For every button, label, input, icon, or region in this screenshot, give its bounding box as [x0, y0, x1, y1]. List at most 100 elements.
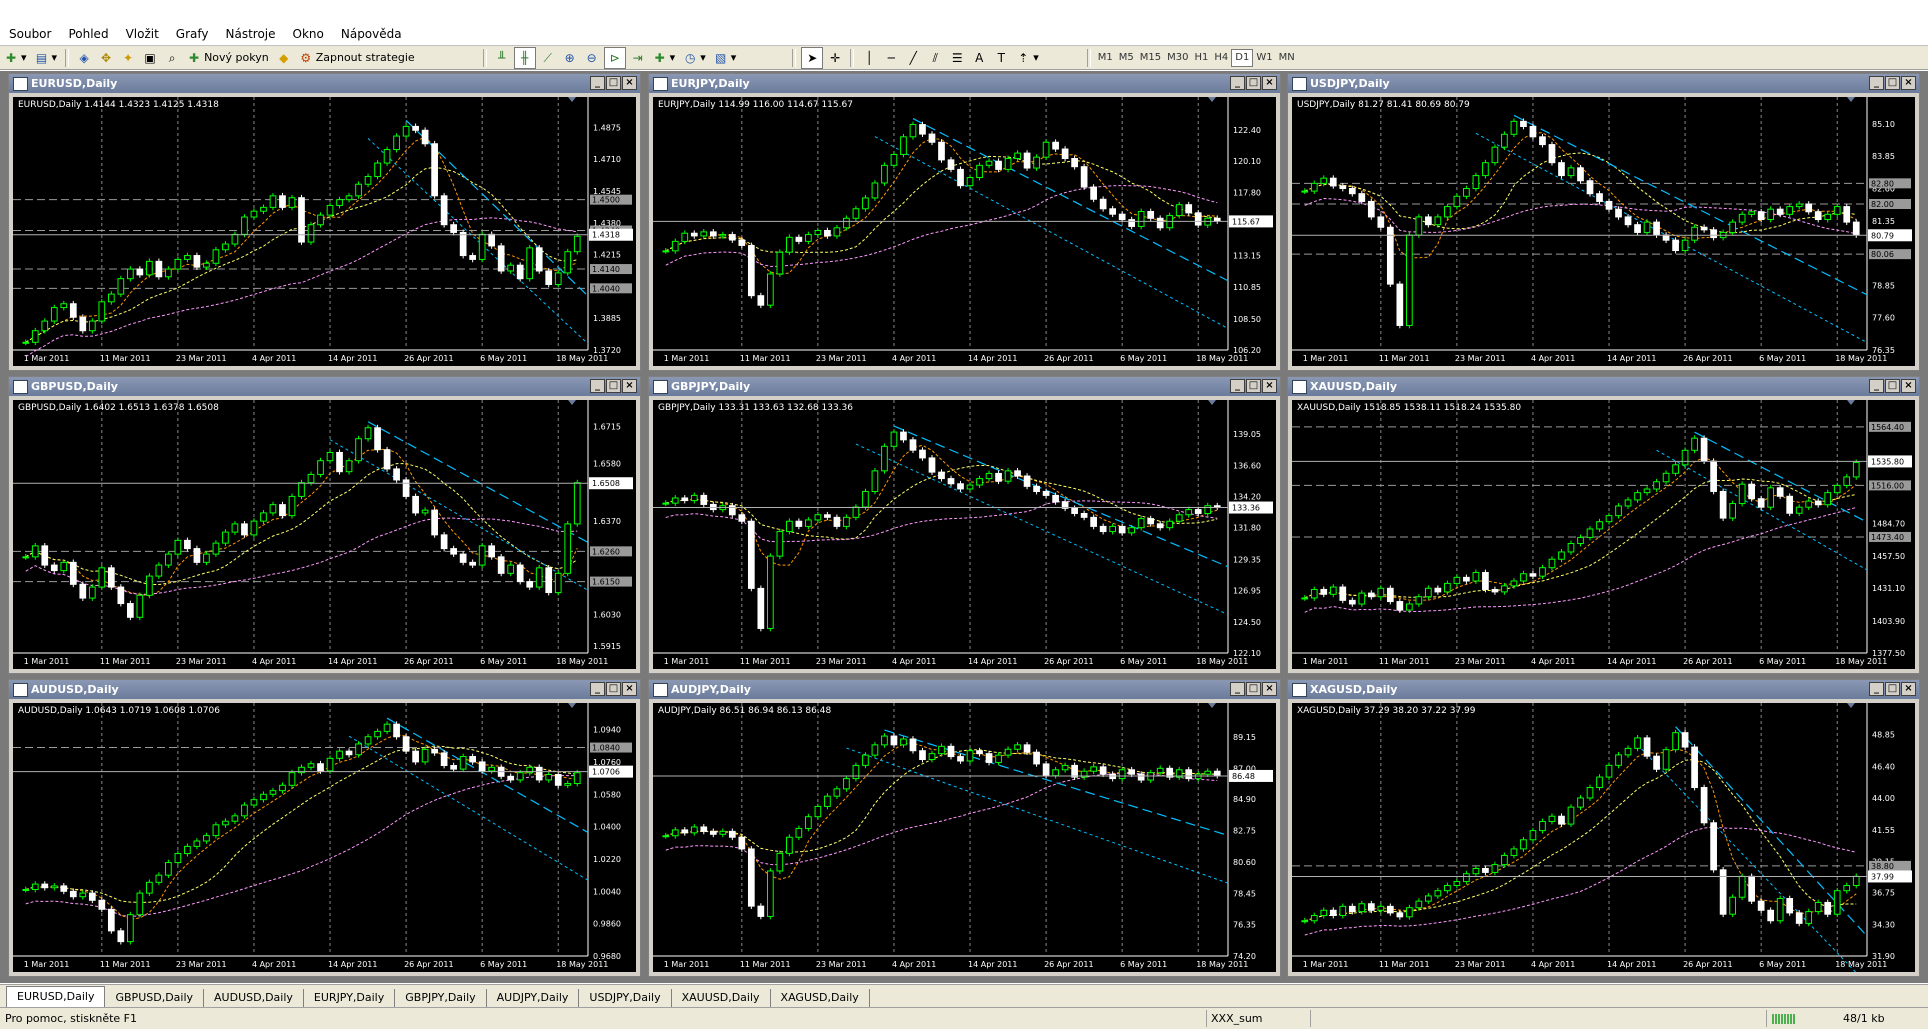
chart-window[interactable]: XAGUSD,Daily _ □ × 1 Mar 2011 11 Mar 2011 23 M…: [1287, 679, 1920, 977]
metaeditor-button[interactable]: ◆: [274, 48, 294, 68]
minimize-button[interactable]: _: [1869, 682, 1884, 696]
minimize-button[interactable]: _: [590, 76, 605, 90]
tab-gbpjpy[interactable]: GBPJPY,Daily: [395, 989, 487, 1007]
chart-plot-area[interactable]: 1 Mar 2011 11 Mar 2011 23 Mar 2011 4 Apr 20…: [653, 400, 1276, 669]
chart-plot-area[interactable]: 1 Mar 2011 11 Mar 2011 23 Mar 2011 4 Apr 20…: [13, 97, 636, 366]
text-label-tool[interactable]: T: [991, 48, 1011, 68]
close-button[interactable]: ×: [1901, 379, 1916, 393]
chart-shift-marker[interactable]: [568, 97, 576, 102]
line-chart-button[interactable]: ⟋: [538, 48, 558, 68]
chart-window-title[interactable]: GBPJPY,Daily _ □ ×: [649, 377, 1280, 396]
fibonacci-tool[interactable]: ☰: [947, 48, 967, 68]
timeframe-mn[interactable]: MN: [1276, 50, 1298, 66]
channel-tool[interactable]: ⫽: [925, 48, 945, 68]
maximize-button[interactable]: □: [1885, 379, 1900, 393]
chart-plot-area[interactable]: 1 Mar 2011 11 Mar 2011 23 Mar 2011 4 Apr 20…: [1292, 97, 1915, 366]
timeframe-m1[interactable]: M1: [1095, 50, 1116, 66]
menu-nastroje[interactable]: Nástroje: [217, 24, 284, 44]
maximize-button[interactable]: □: [1885, 682, 1900, 696]
chart-plot-area[interactable]: 1 Mar 2011 11 Mar 2011 23 Mar 2011 4 Apr 20…: [1292, 400, 1915, 669]
chart-window-title[interactable]: GBPUSD,Daily _ □ ×: [9, 377, 640, 396]
close-button[interactable]: ×: [1262, 76, 1277, 90]
timeframe-h4[interactable]: H4: [1211, 50, 1231, 66]
arrows-tool[interactable]: ⇡ ▾: [1013, 48, 1042, 68]
timeframe-m15[interactable]: M15: [1137, 50, 1164, 66]
profiles-button[interactable]: ▤ ▾: [32, 48, 61, 68]
close-button[interactable]: ×: [1901, 76, 1916, 90]
terminal-button[interactable]: ✦: [118, 48, 138, 68]
tab-usdjpy[interactable]: USDJPY,Daily: [579, 989, 672, 1007]
chart-window-title[interactable]: EURUSD,Daily _ □ ×: [9, 74, 640, 93]
minimize-button[interactable]: _: [1230, 682, 1245, 696]
market-watch-button[interactable]: ◈: [74, 48, 94, 68]
chart-window[interactable]: EURUSD,Daily _ □ × 1 Mar 2011 11 Mar 2011 23 M…: [8, 73, 641, 371]
tester-button[interactable]: ⌕: [162, 48, 182, 68]
maximize-button[interactable]: □: [606, 379, 621, 393]
autoscroll-button[interactable]: ⊳: [603, 46, 626, 69]
minimize-button[interactable]: _: [1230, 76, 1245, 90]
minimize-button[interactable]: _: [1869, 379, 1884, 393]
tab-xauusd[interactable]: XAUUSD,Daily: [672, 989, 771, 1007]
chart-shift-marker[interactable]: [1847, 97, 1855, 102]
navigator-button[interactable]: ✥: [96, 48, 116, 68]
tab-audusd[interactable]: AUDUSD,Daily: [204, 989, 304, 1007]
chart-plot-area[interactable]: 1 Mar 2011 11 Mar 2011 23 Mar 2011 4 Apr 20…: [13, 400, 636, 669]
chart-plot-area[interactable]: 1 Mar 2011 11 Mar 2011 23 Mar 2011 4 Apr 20…: [1292, 703, 1915, 972]
chart-shift-marker[interactable]: [1208, 703, 1216, 708]
close-button[interactable]: ×: [622, 682, 637, 696]
maximize-button[interactable]: □: [1246, 682, 1261, 696]
chart-shift-marker[interactable]: [1208, 400, 1216, 405]
chart-window[interactable]: AUDUSD,Daily _ □ × 1 Mar 2011 11 Mar 2011 23 M…: [8, 679, 641, 977]
menu-napoveda[interactable]: Nápověda: [332, 24, 410, 44]
maximize-button[interactable]: □: [1246, 379, 1261, 393]
menu-grafy[interactable]: Grafy: [167, 24, 217, 44]
horizontal-line-tool[interactable]: ─: [881, 48, 901, 68]
chart-shift-marker[interactable]: [1847, 703, 1855, 708]
close-button[interactable]: ×: [622, 76, 637, 90]
minimize-button[interactable]: _: [1230, 379, 1245, 393]
new-order-button[interactable]: ✚ Nový pokyn: [184, 48, 272, 68]
minimize-button[interactable]: _: [590, 682, 605, 696]
chart-shift-marker[interactable]: [1847, 400, 1855, 405]
menu-vlozit[interactable]: Vložit: [117, 24, 167, 44]
chart-window-title[interactable]: AUDJPY,Daily _ □ ×: [649, 680, 1280, 699]
indicators-button[interactable]: ✚ ▾: [650, 48, 679, 68]
maximize-button[interactable]: □: [1246, 76, 1261, 90]
close-button[interactable]: ×: [1901, 682, 1916, 696]
chart-window-title[interactable]: AUDUSD,Daily _ □ ×: [9, 680, 640, 699]
chart-window-title[interactable]: USDJPY,Daily _ □ ×: [1288, 74, 1919, 93]
zoom-out-button[interactable]: ⊖: [582, 48, 602, 68]
bar-chart-button[interactable]: ╨: [492, 48, 512, 68]
chart-window[interactable]: EURJPY,Daily _ □ × 1 Mar 2011 11 Mar 2011 23 M…: [648, 73, 1281, 371]
chart-window-title[interactable]: EURJPY,Daily _ □ ×: [649, 74, 1280, 93]
autotrading-button[interactable]: ⚙ Zapnout strategie: [296, 48, 418, 68]
trendline-tool[interactable]: ╱: [903, 48, 923, 68]
chart-window-title[interactable]: XAGUSD,Daily _ □ ×: [1288, 680, 1919, 699]
text-tool[interactable]: A: [969, 48, 989, 68]
maximize-button[interactable]: □: [1885, 76, 1900, 90]
close-button[interactable]: ×: [622, 379, 637, 393]
menu-pohled[interactable]: Pohled: [59, 24, 116, 44]
tab-eurusd[interactable]: EURUSD,Daily: [6, 986, 106, 1007]
menu-soubor[interactable]: Soubor: [0, 24, 59, 44]
chart-shift-marker[interactable]: [568, 703, 576, 708]
timeframe-w1[interactable]: W1: [1253, 50, 1275, 66]
timeframe-m5[interactable]: M5: [1116, 50, 1137, 66]
chart-window[interactable]: GBPUSD,Daily _ □ × 1 Mar 2011 11 Mar 2011 23 M…: [8, 376, 641, 674]
new-chart-button[interactable]: ✚ ▾: [1, 48, 30, 68]
chart-plot-area[interactable]: 1 Mar 2011 11 Mar 2011 23 Mar 2011 4 Apr 20…: [653, 703, 1276, 972]
timeframe-h1[interactable]: H1: [1192, 50, 1212, 66]
chart-shift-button[interactable]: ⇥: [628, 48, 648, 68]
chart-plot-area[interactable]: 1 Mar 2011 11 Mar 2011 23 Mar 2011 4 Apr 20…: [13, 703, 636, 972]
maximize-button[interactable]: □: [606, 76, 621, 90]
chart-shift-marker[interactable]: [568, 400, 576, 405]
chart-shift-marker[interactable]: [1208, 97, 1216, 102]
timeframe-d1[interactable]: D1: [1231, 48, 1254, 67]
chart-plot-area[interactable]: 1 Mar 2011 11 Mar 2011 23 Mar 2011 4 Apr 20…: [653, 97, 1276, 366]
minimize-button[interactable]: _: [590, 379, 605, 393]
zoom-in-button[interactable]: ⊕: [560, 48, 580, 68]
templates-button[interactable]: ▧ ▾: [711, 48, 740, 68]
data-window-button[interactable]: ▣: [140, 48, 160, 68]
timeframe-m30[interactable]: M30: [1164, 50, 1191, 66]
vertical-line-tool[interactable]: │: [859, 48, 879, 68]
